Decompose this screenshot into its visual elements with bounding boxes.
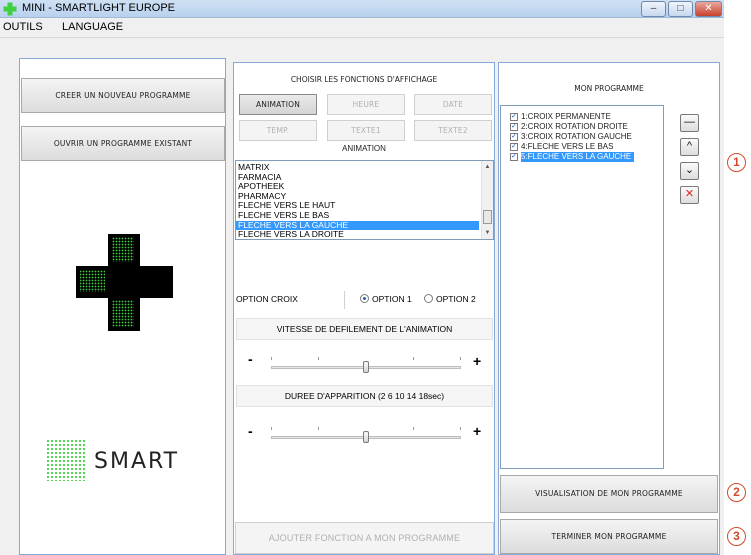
program-item[interactable]: 3:CROIX ROTATION GAUCHE [521,132,632,142]
smart-logo-text: SMART [94,449,180,474]
function-temp-button[interactable]: TEMP. [239,120,317,141]
speed-plus-button[interactable]: + [473,353,481,369]
visualize-program-button[interactable]: VISUALISATION DE MON PROGRAMME [500,475,718,513]
menu-outils[interactable]: OUTILS [3,21,43,33]
option-divider [344,291,345,309]
open-program-button[interactable]: OUVRIR UN PROGRAMME EXISTANT [21,126,225,161]
function-texte1-button[interactable]: TEXTE1 [327,120,405,141]
list-item[interactable]: FLECHE VERS LA DROITE [236,230,493,239]
right-panel: MON PROGRAMME ✓ 1:CROIX PERMANENTE ✓ 2:C… [498,62,720,555]
checkbox-icon[interactable]: ✓ [510,113,518,121]
callout-1: 1 [727,153,746,172]
checkbox-icon[interactable]: ✓ [510,153,518,161]
option1-radio[interactable] [360,294,369,303]
menu-bar: OUTILS LANGUAGE [0,18,724,38]
move-down-button[interactable]: ⌄ [680,162,699,180]
function-heure-button[interactable]: HEURE [327,94,405,115]
duration-slider-thumb[interactable] [363,431,369,443]
duration-plus-button[interactable]: + [473,423,481,439]
option-croix-label: OPTION CROIX [236,294,298,304]
maximize-button[interactable]: □ [668,1,693,17]
speed-tick [271,357,272,360]
functions-title: CHOISIR LES FONCTIONS D'AFFICHAGE [290,75,438,84]
option2-radio[interactable] [424,294,433,303]
create-program-button[interactable]: CREER UN NOUVEAU PROGRAMME [21,78,225,113]
close-button[interactable]: ✕ [695,1,722,17]
checkbox-icon[interactable]: ✓ [510,143,518,151]
scroll-thumb[interactable] [483,210,492,224]
move-up-button[interactable]: ^ [680,138,699,156]
speed-label: VITESSE DE DEFILEMENT DE L'ANIMATION [236,318,493,340]
center-panel: CHOISIR LES FONCTIONS D'AFFICHAGE ANIMAT… [233,62,495,555]
program-item[interactable]: 4:FLECHE VERS LE BAS [521,142,613,152]
my-program-title: MON PROGRAMME [574,84,644,93]
checkbox-icon[interactable]: ✓ [510,123,518,131]
speed-tick [413,357,414,360]
scroll-up-icon[interactable]: ▲ [482,162,493,172]
window-title: MINI - SMARTLIGHT EUROPE [22,2,176,14]
scroll-down-icon[interactable]: ▼ [482,228,493,238]
led-cross-preview [76,234,173,331]
animation-list[interactable]: MATRIX FARMACIA APOTHEEK PHARMACY FLECHE… [235,160,494,240]
duration-tick [460,427,461,430]
menu-language[interactable]: LANGUAGE [62,21,123,33]
program-item-selected[interactable]: 5:FLECHE VERS LA GAUCHE [521,152,635,162]
function-date-button[interactable]: DATE [414,94,492,115]
remove-button[interactable]: — [680,114,699,132]
callout-2: 2 [727,483,746,502]
speed-minus-button[interactable]: - [248,351,253,367]
add-function-button[interactable]: AJOUTER FONCTION A MON PROGRAMME [235,522,494,554]
option1-label: OPTION 1 [372,294,412,304]
program-item[interactable]: 2:CROIX ROTATION DROITE [521,122,628,132]
duration-label: DUREE D'APPARITION (2 6 10 14 18sec) [236,385,493,407]
left-panel: CREER UN NOUVEAU PROGRAMME OUVRIR UN PRO… [19,58,226,555]
function-animation-button[interactable]: ANIMATION [239,94,317,115]
duration-tick [413,427,414,430]
option2-label: OPTION 2 [436,294,476,304]
minimize-button[interactable]: – [641,1,666,17]
speed-tick [318,357,319,360]
function-texte2-button[interactable]: TEXTE2 [414,120,492,141]
animation-list-scrollbar[interactable]: ▲ ▼ [481,161,493,239]
callout-3: 3 [727,527,746,546]
speed-tick [460,357,461,360]
smart-logo-icon [46,439,86,481]
duration-tick [318,427,319,430]
finish-program-button[interactable]: TERMINER MON PROGRAMME [500,519,718,554]
program-list[interactable]: ✓ 1:CROIX PERMANENTE ✓ 2:CROIX ROTATION … [500,105,664,469]
duration-tick [271,427,272,430]
current-function-label: ANIMATION [342,144,386,153]
duration-minus-button[interactable]: - [248,423,253,439]
green-cross-icon [3,2,17,16]
title-bar: MINI - SMARTLIGHT EUROPE – □ ✕ [0,0,724,18]
delete-button[interactable]: ✕ [680,186,699,204]
program-item[interactable]: 1:CROIX PERMANENTE [521,112,611,122]
speed-slider-thumb[interactable] [363,361,369,373]
client-area: CREER UN NOUVEAU PROGRAMME OUVRIR UN PRO… [0,38,724,555]
checkbox-icon[interactable]: ✓ [510,133,518,141]
